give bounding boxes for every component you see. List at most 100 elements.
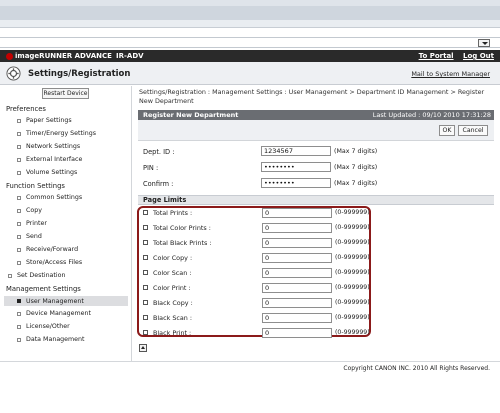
toolbar-band [0, 6, 500, 20]
sidebar-item-label: Volume Settings [26, 169, 78, 176]
sidebar-item-label: Paper Settings [26, 117, 72, 124]
to-portal-link[interactable]: To Portal [419, 52, 454, 60]
sidebar-item-store-access-files[interactable]: Store/Access Files [17, 259, 82, 266]
limit-row-black-scan: Black Scan : 0 (0-999999) [143, 313, 373, 324]
sidebar-item-label: Receive/Forward [26, 246, 79, 253]
header-links: To Portal Log Out [412, 52, 494, 60]
bullet-icon [17, 170, 21, 175]
bullet-icon [17, 221, 21, 226]
black-copy-checkbox[interactable] [143, 300, 148, 305]
color-print-checkbox[interactable] [143, 285, 148, 290]
color-copy-checkbox[interactable] [143, 255, 148, 260]
cancel-button[interactable]: Cancel [458, 125, 488, 136]
device-model: IR-ADV [116, 52, 144, 60]
sidebar-item-label: Network Settings [26, 143, 81, 150]
sidebar-item-label: External Interface [26, 156, 83, 163]
color-scan-checkbox[interactable] [143, 270, 148, 275]
black-scan-checkbox[interactable] [143, 315, 148, 320]
sidebar-item-external-interface[interactable]: External Interface [17, 156, 82, 163]
total-color-prints-input[interactable]: 0 [262, 223, 332, 233]
sidebar-item-label: Copy [26, 207, 42, 214]
sidebar-item-user-management[interactable]: User Management [4, 296, 128, 306]
total-black-prints-input[interactable]: 0 [262, 238, 332, 248]
pin-label: PIN : [143, 164, 159, 172]
limit-range: (0-999999) [335, 299, 370, 306]
limit-row-total-color-prints: Total Color Prints : 0 (0-999999) [143, 223, 373, 234]
bullet-icon [17, 337, 21, 342]
brand-logo: imageRUNNER ADVANCE [6, 52, 112, 60]
limit-label: Black Copy : [153, 299, 193, 307]
address-bar[interactable] [0, 37, 500, 48]
black-print-input[interactable]: 0 [262, 328, 332, 338]
settings-gear-icon [6, 66, 21, 81]
limit-range: (0-999999) [335, 254, 370, 261]
bullet-icon [8, 273, 12, 278]
brand-name: imageRUNNER ADVANCE [15, 52, 112, 60]
restart-device-button[interactable]: Restart Device [42, 88, 89, 99]
pin-hint: (Max 7 digits) [334, 164, 378, 171]
sidebar-item-set-destination[interactable]: Set Destination [8, 272, 65, 279]
sidebar-item-receive-forward[interactable]: Receive/Forward [17, 246, 78, 253]
limit-label: Color Scan : [153, 269, 192, 277]
sidebar-item-copy[interactable]: Copy [17, 207, 42, 214]
sidebar-item-common-settings[interactable]: Common Settings [17, 194, 82, 201]
limit-label: Black Print : [153, 329, 192, 337]
pin-input[interactable]: •••••••• [261, 162, 331, 172]
sidebar-item-printer[interactable]: Printer [17, 220, 47, 227]
limit-row-black-copy: Black Copy : 0 (0-999999) [143, 298, 373, 309]
mail-to-system-manager-link[interactable]: Mail to System Manager [411, 70, 490, 78]
confirm-hint: (Max 7 digits) [334, 180, 378, 187]
sidebar-item-label: Device Management [26, 310, 92, 317]
sidebar-item-device-management[interactable]: Device Management [17, 310, 91, 317]
color-copy-input[interactable]: 0 [262, 253, 332, 263]
log-out-link[interactable]: Log Out [463, 52, 494, 60]
sidebar-item-send[interactable]: Send [17, 233, 42, 240]
limit-label: Total Color Prints : [153, 224, 211, 232]
breadcrumb: Settings/Registration : Management Setti… [139, 88, 485, 105]
scroll-to-top-icon[interactable] [139, 344, 147, 352]
canon-mark-icon [6, 52, 13, 60]
color-scan-input[interactable]: 0 [262, 268, 332, 278]
browser-chrome [0, 0, 500, 28]
sidebar-item-volume-settings[interactable]: Volume Settings [17, 169, 77, 176]
sidebar-item-label: License/Other [26, 323, 70, 330]
limit-row-total-prints: Total Prints : 0 (0-999999) [143, 208, 373, 219]
limit-row-color-scan: Color Scan : 0 (0-999999) [143, 268, 373, 279]
total-prints-checkbox[interactable] [143, 210, 148, 215]
sidebar-item-label: Common Settings [26, 194, 83, 201]
limit-range: (0-999999) [335, 269, 370, 276]
total-black-prints-checkbox[interactable] [143, 240, 148, 245]
sidebar-item-paper-settings[interactable]: Paper Settings [17, 117, 72, 124]
limit-range: (0-999999) [335, 314, 370, 321]
dept-id-label: Dept. ID : [143, 148, 175, 156]
total-prints-input[interactable]: 0 [262, 208, 332, 218]
confirm-input[interactable]: •••••••• [261, 178, 331, 188]
bullet-icon [17, 208, 21, 213]
black-print-checkbox[interactable] [143, 330, 148, 335]
limit-row-color-print: Color Print : 0 (0-999999) [143, 283, 373, 294]
bullet-icon [17, 299, 21, 303]
limit-label: Black Scan : [153, 314, 193, 322]
dropdown-arrow-icon[interactable] [478, 39, 490, 47]
limit-range: (0-999999) [335, 329, 370, 336]
total-color-prints-checkbox[interactable] [143, 225, 148, 230]
bullet-icon [17, 247, 21, 252]
bullet-icon [17, 234, 21, 239]
sidebar-item-network-settings[interactable]: Network Settings [17, 143, 80, 150]
sidebar-item-data-management[interactable]: Data Management [17, 336, 85, 343]
limit-range: (0-999999) [335, 224, 370, 231]
black-copy-input[interactable]: 0 [262, 298, 332, 308]
dept-id-input[interactable]: 1234567 [261, 146, 331, 156]
limit-label: Total Black Prints : [153, 239, 212, 247]
black-scan-input[interactable]: 0 [262, 313, 332, 323]
ok-button[interactable]: OK [439, 125, 455, 136]
sidebar-item-timer-energy-settings[interactable]: Timer/Energy Settings [17, 130, 96, 137]
main-content: Settings/Registration : Management Setti… [133, 86, 500, 361]
sidebar-item-license-other[interactable]: License/Other [17, 323, 70, 330]
bullet-icon [17, 324, 21, 329]
limit-range: (0-999999) [335, 209, 370, 216]
color-print-input[interactable]: 0 [262, 283, 332, 293]
limit-label: Color Copy : [153, 254, 193, 262]
bullet-icon [17, 131, 21, 136]
bullet-icon [17, 118, 21, 123]
